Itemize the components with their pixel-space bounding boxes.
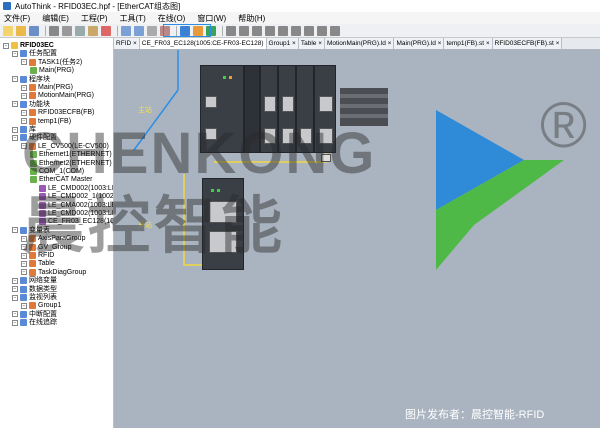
watch-icon[interactable] — [291, 25, 301, 36]
menu-edit[interactable]: 编辑(E) — [42, 13, 69, 24]
tree-node-icon — [29, 302, 36, 310]
master-label: 主站 — [138, 107, 152, 114]
watermark-chinese: 晨控智能 — [22, 192, 287, 261]
run-icon[interactable] — [239, 25, 249, 36]
redo-icon[interactable] — [134, 25, 144, 36]
undo-icon[interactable] — [121, 25, 131, 36]
menu-file[interactable]: 文件(F) — [4, 13, 30, 24]
tree-node-icon — [30, 67, 37, 75]
print-icon[interactable] — [49, 25, 59, 36]
expand-toggle-icon[interactable]: − — [12, 126, 18, 133]
tree-node-icon — [11, 42, 18, 49]
toolbar — [0, 24, 600, 38]
editor-tab[interactable]: Table × — [298, 38, 325, 49]
pause-icon[interactable] — [265, 25, 275, 36]
new-file-icon[interactable] — [3, 25, 13, 36]
image-credit: 图片发布者：晨控智能-RFID — [405, 409, 545, 421]
stop-icon[interactable] — [226, 25, 236, 36]
expand-toggle-icon[interactable]: − — [21, 59, 27, 66]
expand-toggle-icon[interactable]: − — [12, 277, 18, 284]
menu-tools[interactable]: 工具(T) — [120, 13, 146, 24]
force-icon[interactable] — [317, 25, 327, 36]
editor-tab[interactable]: Main(PRG).ld × — [394, 38, 445, 49]
delete-icon[interactable] — [101, 25, 111, 36]
db-connector — [319, 96, 333, 112]
unforce-icon[interactable] — [330, 25, 340, 36]
expand-toggle-icon[interactable]: − — [3, 42, 9, 49]
toolbar-separator — [222, 25, 223, 36]
expand-toggle-icon[interactable]: − — [21, 92, 27, 99]
tree-node-icon — [29, 268, 36, 276]
paste-icon[interactable] — [88, 25, 98, 36]
menu-online[interactable]: 在线(O) — [158, 13, 186, 24]
tree-item-label: 在线追踪 — [29, 319, 57, 327]
toolbar-separator — [117, 25, 118, 36]
open-folder-icon[interactable] — [16, 25, 26, 36]
highlight-box — [163, 24, 211, 37]
tree-node-icon — [20, 277, 27, 285]
tree-node-icon — [20, 100, 27, 108]
tree-item[interactable]: − 在线追踪 — [12, 318, 57, 327]
editor-tab[interactable]: RFID03ECFB(FB).st × — [492, 38, 563, 49]
editor-tabbar: RFID × CE_FR03_EC128(1005:CE-FR03-EC128) G… — [114, 38, 600, 50]
expand-toggle-icon[interactable]: − — [21, 84, 27, 91]
app-icon — [3, 2, 11, 10]
expand-toggle-icon[interactable]: − — [21, 109, 27, 116]
tree-node-icon — [29, 109, 36, 117]
editor-tab[interactable]: MotionMain(PRG).ld × — [325, 38, 395, 49]
expand-toggle-icon[interactable]: − — [12, 319, 18, 326]
expand-toggle-icon[interactable]: − — [12, 294, 18, 301]
editor-tab[interactable]: Group1 × — [266, 38, 299, 49]
cut-icon[interactable] — [62, 25, 72, 36]
expand-toggle-icon[interactable]: − — [12, 101, 18, 108]
editor-tab[interactable]: CE_FR03_EC128(1005:CE-FR03-EC128) — [139, 38, 267, 49]
din-rail-stripe — [340, 104, 388, 108]
window-title: AutoThink - RFID03EC.hpf - [EtherCAT组态图] — [15, 1, 181, 11]
debug-icon[interactable] — [278, 25, 288, 36]
expand-toggle-icon[interactable]: − — [12, 134, 18, 141]
expand-toggle-icon[interactable]: − — [12, 76, 18, 83]
tree-node-icon — [29, 92, 36, 100]
title-bar: AutoThink - RFID03EC.hpf - [EtherCAT组态图] — [0, 0, 600, 12]
din-rail-stripe — [340, 94, 388, 98]
expand-toggle-icon[interactable]: − — [12, 227, 18, 234]
copy-icon[interactable] — [75, 25, 85, 36]
db-connector — [282, 96, 294, 112]
expand-toggle-icon[interactable]: − — [12, 286, 18, 293]
tree-node-icon — [20, 75, 27, 83]
tree-node-icon — [20, 285, 27, 293]
din-rail-stripe — [340, 114, 388, 118]
tree-node-icon — [20, 294, 27, 301]
menu-project[interactable]: 工程(P) — [81, 13, 108, 24]
menu-window[interactable]: 窗口(W) — [197, 13, 226, 24]
tree-node-icon — [20, 50, 27, 58]
tree-node-icon — [29, 84, 36, 91]
status-led — [229, 76, 232, 79]
registered-mark: ® — [540, 89, 588, 161]
ethernet-port — [205, 96, 217, 108]
db-connector — [264, 96, 276, 112]
step-icon[interactable] — [252, 25, 262, 36]
menu-help[interactable]: 帮助(H) — [238, 13, 265, 24]
editor-tab[interactable]: RFID × — [114, 38, 140, 49]
trace-icon[interactable] — [304, 25, 314, 36]
status-led — [223, 76, 226, 79]
expand-toggle-icon[interactable]: − — [12, 311, 18, 318]
expand-toggle-icon[interactable]: − — [21, 269, 27, 276]
toolbar-separator — [45, 25, 46, 36]
save-icon[interactable] — [29, 25, 39, 36]
editor-tab[interactable]: temp1(FB).st × — [444, 38, 493, 49]
tree-node-icon — [29, 58, 36, 66]
tree-node-icon — [20, 310, 27, 318]
menu-bar: 文件(F) 编辑(E) 工程(P) 工具(T) 在线(O) 窗口(W) 帮助(H… — [0, 12, 600, 24]
find-icon[interactable] — [147, 25, 157, 36]
tree-node-icon — [20, 319, 27, 327]
expand-toggle-icon[interactable]: − — [12, 50, 18, 57]
expand-toggle-icon[interactable]: − — [21, 302, 27, 309]
